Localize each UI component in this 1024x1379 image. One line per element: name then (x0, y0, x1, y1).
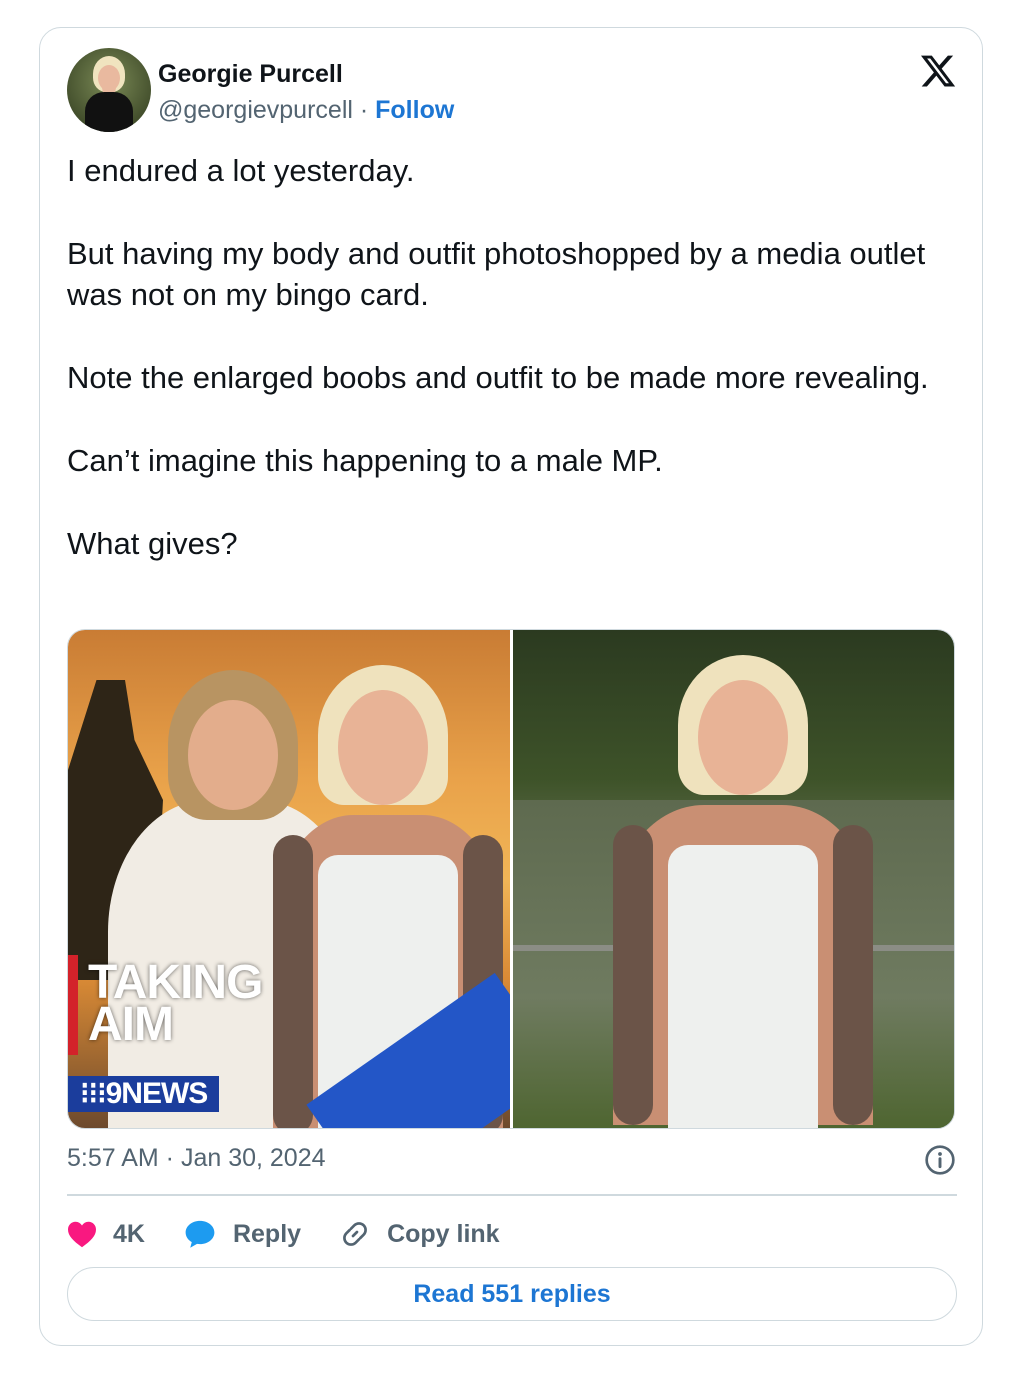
author-handle[interactable]: @georgievpurcell (158, 96, 353, 124)
link-icon (343, 1222, 367, 1246)
copy-link-label: Copy link (387, 1219, 500, 1248)
media-photo-edited[interactable]: TAKING AIM ⁝⁝⁝9NEWS (68, 630, 510, 1128)
heart-icon (68, 1221, 96, 1248)
avatar[interactable] (67, 48, 151, 132)
headline-bar (68, 955, 78, 1055)
tweet-card: Georgie Purcell @georgievpurcell · Follo… (39, 27, 983, 1346)
tweet-text: I endured a lot yesterday. But having my… (67, 150, 947, 564)
tweet-paragraph: What gives? (67, 526, 238, 561)
media-photo-original[interactable] (512, 630, 954, 1128)
9news-logo: ⁝⁝⁝9NEWS (68, 1076, 220, 1112)
reply-bubble-icon (185, 1220, 215, 1248)
action-bar: 4K Reply Copy link (67, 1214, 538, 1254)
follow-button[interactable]: Follow (375, 96, 454, 124)
x-logo-icon[interactable] (919, 52, 957, 90)
read-replies-button[interactable]: Read 551 replies (67, 1267, 957, 1321)
reply-label: Reply (232, 1219, 302, 1248)
blonde-woman-figure (612, 655, 873, 1128)
author-name[interactable]: Georgie Purcell (158, 60, 343, 89)
divider (67, 1194, 957, 1196)
like-button[interactable]: 4K (67, 1220, 145, 1249)
reply-button[interactable]: Reply (183, 1219, 301, 1249)
like-count: 4K (113, 1219, 145, 1248)
tweet-paragraph: But having my body and outfit photoshopp… (67, 236, 926, 312)
tweet-paragraph: I endured a lot yesterday. (67, 153, 415, 188)
tweet-paragraph: Note the enlarged boobs and outfit to be… (67, 360, 929, 395)
copy-link-button[interactable]: Copy link (339, 1218, 500, 1250)
tweet-header: Georgie Purcell @georgievpurcell · Follo… (67, 48, 957, 136)
tweet-timestamp[interactable]: 5:57 AM · Jan 30, 2024 (67, 1144, 326, 1173)
news-headline: TAKING AIM (88, 956, 263, 1051)
tweet-paragraph: Can’t imagine this happening to a male M… (67, 443, 663, 478)
handle-separator: · (352, 96, 376, 124)
author-handle-line: @georgievpurcell · Follow (158, 96, 454, 125)
media-grid: TAKING AIM ⁝⁝⁝9NEWS (67, 629, 955, 1129)
info-icon[interactable] (924, 1144, 956, 1176)
